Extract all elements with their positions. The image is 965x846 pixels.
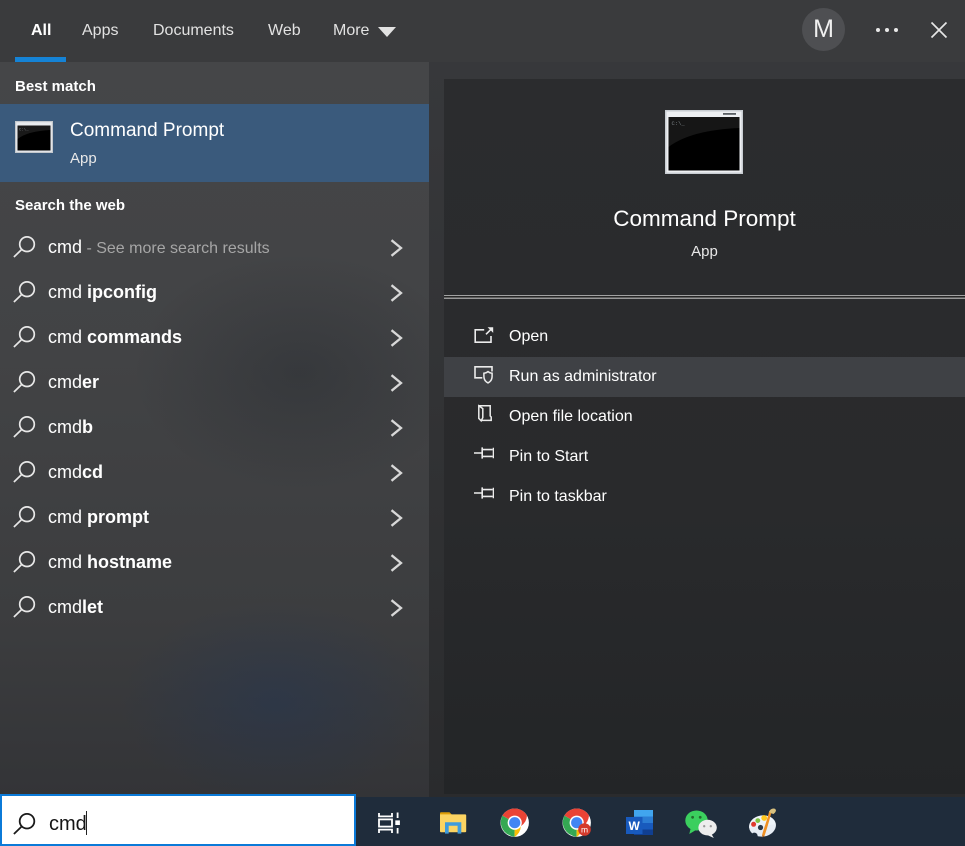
svg-text:W: W (629, 819, 641, 833)
svg-text:C:\_: C:\_ (672, 120, 686, 127)
svg-text:m: m (581, 824, 588, 834)
svg-text:C:\_: C:\_ (19, 128, 29, 133)
